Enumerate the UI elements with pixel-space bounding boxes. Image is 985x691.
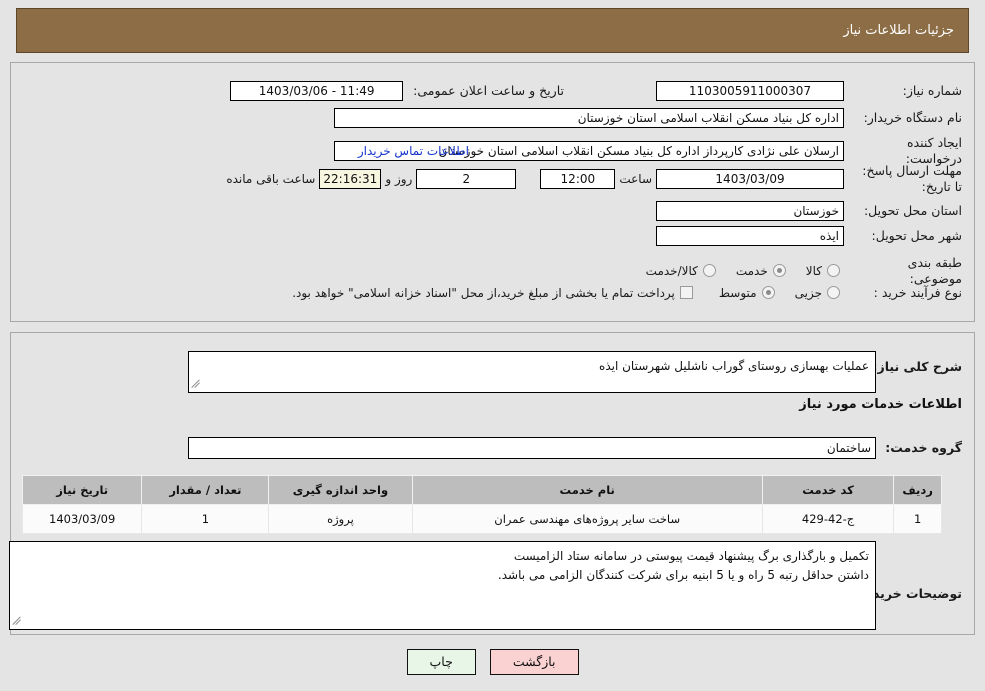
- province-row: استان محل تحویل: خوزستان: [656, 201, 962, 221]
- public-announce-label: تاریخ و ساعت اعلان عمومی:: [413, 83, 564, 99]
- th-row: ردیف: [893, 475, 942, 505]
- need-summary-panel: شماره نیاز: 1103005911000307 تاریخ و ساع…: [10, 62, 975, 322]
- countdown-timer: 22:16:31: [319, 168, 382, 189]
- th-quantity: تعداد / مقدار: [141, 475, 270, 505]
- need-number-value: 1103005911000307: [656, 81, 844, 101]
- service-group-value: ساختمان: [188, 437, 876, 459]
- city-label: شهر محل تحویل:: [871, 228, 962, 244]
- back-button[interactable]: بازگشت: [489, 648, 579, 675]
- general-description-textarea[interactable]: عملیات بهسازی روستای گوراب ناشلیل شهرستا…: [188, 351, 876, 393]
- print-button[interactable]: چاپ: [406, 648, 476, 675]
- buyer-org-row: نام دستگاه خریدار: اداره کل بنیاد مسکن ا…: [334, 108, 962, 128]
- purchase-type-label: نوع فرآیند خرید :: [873, 285, 962, 300]
- category-option-service-label: خدمت: [735, 263, 768, 278]
- remaining-days-label: روز و: [385, 171, 413, 186]
- remaining-days-value: 2: [416, 168, 517, 189]
- city-row: شهر محل تحویل: ایذه: [656, 226, 962, 246]
- remaining-hours-label: ساعت باقی مانده: [226, 171, 316, 186]
- public-announce-value: 11:49 - 1403/03/06: [230, 81, 404, 101]
- general-description-label: شرح کلی نیاز:: [872, 359, 962, 374]
- radio-goods-service[interactable]: [702, 264, 716, 278]
- category-row: طبقه بندی موضوعی: کالا خدمت کالا/خدمت: [646, 255, 962, 286]
- radio-minor[interactable]: [827, 286, 840, 300]
- cell-service-code: ج-42-429: [761, 504, 895, 534]
- footer-actions: بازگشت چاپ: [0, 648, 985, 675]
- need-details-panel: شرح کلی نیاز: عملیات بهسازی روستای گوراب…: [9, 332, 975, 635]
- category-option-goods-service[interactable]: کالا/خدمت: [646, 264, 716, 278]
- cell-unit: پروژه: [268, 504, 413, 534]
- need-number-label: شماره نیاز:: [902, 83, 962, 99]
- radio-goods[interactable]: [827, 264, 840, 278]
- buyer-notes-textarea[interactable]: تکمیل و بارگذاری برگ پیشنهاد قیمت پیوستی…: [9, 541, 876, 630]
- purchase-option-minor[interactable]: جزیی: [795, 286, 840, 300]
- cell-quantity: 1: [141, 504, 270, 534]
- buyer-org-value: اداره کل بنیاد مسکن انقلاب اسلامی استان …: [334, 108, 844, 128]
- radio-medium[interactable]: [761, 286, 775, 300]
- radio-service[interactable]: [772, 264, 786, 278]
- treasury-bond-label: پرداخت تمام یا بخشی از مبلغ خرید،از محل …: [292, 285, 675, 300]
- buyer-notes-line-2: داشتن حداقل رتبه 5 راه و یا 5 ابنیه برای…: [497, 567, 869, 582]
- deadline-label: مهلت ارسال پاسخ: تا تاریخ:: [862, 163, 962, 194]
- resize-grip-icon[interactable]: [12, 615, 24, 627]
- treasury-bond-option[interactable]: پرداخت تمام یا بخشی از مبلغ خرید،از محل …: [292, 286, 693, 300]
- service-group-label: گروه خدمت:: [885, 440, 962, 455]
- buyer-notes-line-1: تکمیل و بارگذاری برگ پیشنهاد قیمت پیوستی…: [513, 549, 869, 563]
- category-option-service[interactable]: خدمت: [736, 264, 786, 278]
- province-label: استان محل تحویل:: [863, 203, 962, 219]
- deadline-time-label: ساعت: [619, 171, 652, 186]
- purchase-option-medium[interactable]: متوسط: [719, 286, 775, 300]
- page-title: جزئیات اطلاعات نیاز: [843, 23, 954, 38]
- tender-detail-page: AriaTender.net جزئیات اطلاعات نیاز شماره…: [0, 0, 985, 691]
- buyer-org-label: نام دستگاه خریدار:: [863, 110, 962, 126]
- deadline-time-value: 12:00: [540, 168, 616, 189]
- public-announce-row: تاریخ و ساعت اعلان عمومی: 11:49 - 1403/0…: [230, 81, 564, 101]
- page-header: جزئیات اطلاعات نیاز: [16, 8, 969, 53]
- services-table: ردیف کد خدمت نام خدمت واحد اندازه گیری ت…: [21, 475, 942, 534]
- category-label: طبقه بندی موضوعی:: [907, 255, 962, 286]
- need-number-row: شماره نیاز: 1103005911000307: [656, 81, 962, 101]
- th-service-name: نام خدمت: [411, 475, 763, 505]
- deadline-row: مهلت ارسال پاسخ: تا تاریخ: 1403/03/09 سا…: [222, 163, 962, 194]
- purchase-option-medium-label: متوسط: [718, 285, 757, 300]
- requester-row: ایجاد کننده درخواست: ارسلان علی نژادی کا…: [334, 135, 962, 166]
- cell-row: 1: [893, 504, 942, 534]
- general-description-value: عملیات بهسازی روستای گوراب ناشلیل شهرستا…: [599, 359, 869, 373]
- table-row: 1 ج-42-429 ساخت سایر پروژه‌های مهندسی عم…: [21, 504, 942, 534]
- resize-grip-icon[interactable]: [191, 378, 203, 390]
- category-option-goods-label: کالا: [805, 263, 822, 278]
- checkbox-treasury-bond[interactable]: [679, 286, 693, 300]
- buyer-contact-link[interactable]: اطلاعات تماس خریدار: [358, 144, 469, 158]
- category-option-goods-service-label: کالا/خدمت: [645, 263, 698, 278]
- deadline-date-value: 1403/03/09: [656, 168, 844, 189]
- cell-need-date: 1403/03/09: [21, 504, 143, 534]
- cell-service-name: ساخت سایر پروژه‌های مهندسی عمران: [411, 504, 763, 534]
- requester-label: ایجاد کننده درخواست:: [905, 135, 962, 166]
- table-header-row: ردیف کد خدمت نام خدمت واحد اندازه گیری ت…: [21, 475, 942, 505]
- purchase-type-row: نوع فرآیند خرید : جزیی متوسط پرداخت تمام…: [292, 285, 962, 301]
- category-option-goods[interactable]: کالا: [806, 264, 840, 278]
- province-value: خوزستان: [656, 201, 844, 221]
- purchase-option-minor-label: جزیی: [794, 285, 822, 300]
- th-need-date: تاریخ نیاز: [21, 475, 143, 505]
- services-section-heading: اطلاعات خدمات مورد نیاز: [799, 397, 962, 412]
- th-unit: واحد اندازه گیری: [268, 475, 413, 505]
- city-value: ایذه: [656, 226, 844, 246]
- th-service-code: کد خدمت: [761, 475, 895, 505]
